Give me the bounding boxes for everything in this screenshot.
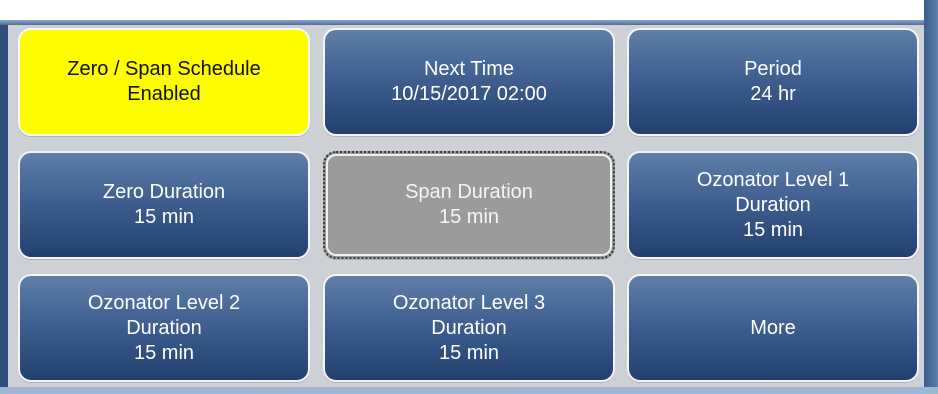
button-line: Enabled <box>127 83 201 105</box>
span-duration-button[interactable]: Span Duration 15 min <box>323 151 615 259</box>
title-bar <box>0 0 924 20</box>
button-line: 15 min <box>133 341 195 364</box>
ozonator-level-2-duration-button[interactable]: Ozonator Level 2 Duration 15 min <box>18 274 310 382</box>
button-line: 10/15/2017 02:00 <box>391 83 547 105</box>
button-line: 15 min <box>742 218 804 241</box>
button-line: 15 min <box>438 206 500 228</box>
button-line: Ozonator Level 3 <box>392 291 546 314</box>
zero-span-schedule-button[interactable]: Zero / Span Schedule Enabled <box>18 28 310 136</box>
button-panel: Zero / Span Schedule Enabled Next Time 1… <box>8 25 924 387</box>
ozonator-level-1-duration-button[interactable]: Ozonator Level 1 Duration 15 min <box>627 151 919 259</box>
scrollbar-strip <box>924 0 938 394</box>
next-time-button[interactable]: Next Time 10/15/2017 02:00 <box>323 28 615 136</box>
button-line: Duration <box>735 193 811 216</box>
period-button[interactable]: Period 24 hr <box>627 28 919 136</box>
button-line: Span Duration <box>405 181 533 203</box>
button-line: Duration <box>431 316 507 339</box>
button-line: 15 min <box>438 341 500 364</box>
button-line: More <box>750 316 796 339</box>
ozonator-level-3-duration-button[interactable]: Ozonator Level 3 Duration 15 min <box>323 274 615 382</box>
zero-duration-button[interactable]: Zero Duration 15 min <box>18 151 310 259</box>
more-button[interactable]: More <box>627 274 919 382</box>
bottom-strip <box>0 387 938 394</box>
button-line: 15 min <box>133 206 195 228</box>
app-screen: Zero / Span Schedule Enabled Next Time 1… <box>0 0 938 394</box>
button-line: Duration <box>126 316 202 339</box>
button-line: Period <box>744 58 802 80</box>
button-line: Ozonator Level 1 <box>696 168 850 191</box>
button-line: Ozonator Level 2 <box>87 291 241 314</box>
button-line: Zero Duration <box>102 181 226 203</box>
button-line: 24 hr <box>750 83 796 105</box>
schedule-button-grid: Zero / Span Schedule Enabled Next Time 1… <box>8 25 924 387</box>
button-line: Next Time <box>423 58 515 80</box>
button-line: Zero / Span Schedule <box>67 58 261 80</box>
